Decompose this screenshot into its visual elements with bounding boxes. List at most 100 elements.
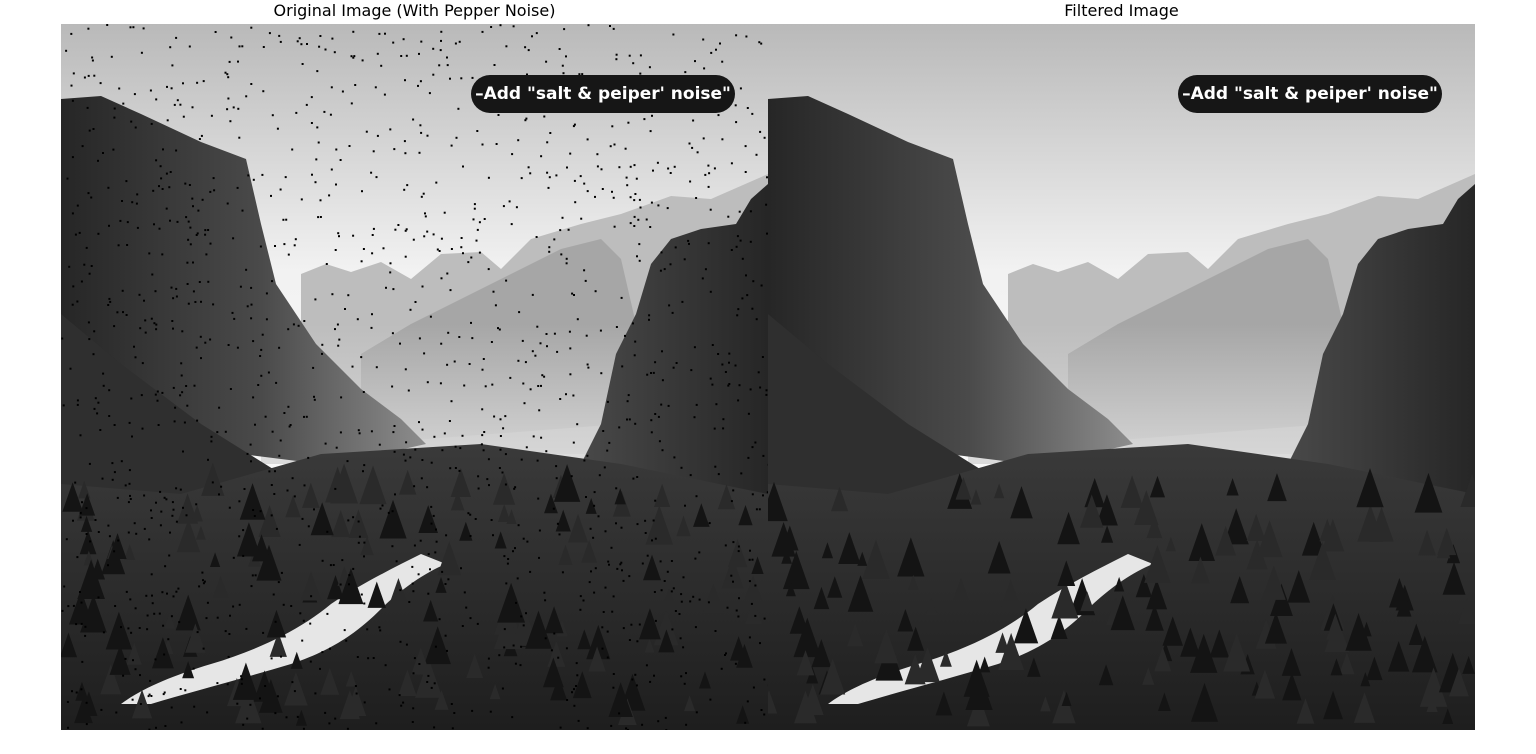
pepper-dot [185,385,188,387]
pepper-dot [648,314,651,317]
pepper-dot [67,605,70,608]
pepper-dot [220,485,223,488]
pepper-dot [131,201,134,204]
pepper-dot [319,667,321,670]
pepper-dot [670,560,673,562]
pepper-dot [669,263,672,266]
pepper-dot [493,415,496,418]
pepper-dot [734,364,737,367]
pepper-dot [698,598,701,601]
pepper-dot [153,223,155,226]
pepper-dot [634,340,637,343]
pepper-dot [727,215,730,218]
pepper-dot [80,688,83,691]
pepper-dot [589,527,592,530]
pepper-dot [328,194,331,197]
pepper-dot [754,614,757,617]
pepper-dot [660,251,663,254]
pepper-dot [638,243,641,246]
pepper-dot [659,269,662,272]
pepper-dot [270,657,273,660]
pepper-dot [447,331,450,334]
pepper-dot [146,628,149,631]
pepper-dot [346,460,349,463]
pepper-dot [144,331,147,334]
pepper-dot [155,98,158,101]
pepper-dot [522,382,525,385]
pepper-dot [741,257,744,260]
pepper-dot [172,386,175,389]
pepper-dot [102,384,105,387]
pepper-dot [175,487,178,490]
pepper-dot [287,328,290,331]
pepper-dot [615,487,618,490]
pepper-dot [461,434,464,437]
pepper-dot [252,340,255,343]
pepper-dot [172,595,175,598]
pepper-dot [319,199,322,202]
pepper-dot [231,311,234,314]
pepper-dot [502,205,505,208]
pepper-dot [254,423,256,426]
pepper-dot [265,292,268,295]
pepper-dot [690,369,693,372]
pepper-dot [622,579,625,582]
pepper-dot [728,352,731,355]
pepper-dot [535,32,538,35]
pepper-dot [444,634,447,637]
pepper-dot [93,330,96,333]
image-caption-label: –Add "salt & peiper' noise" [471,75,735,113]
pepper-dot [747,412,750,415]
pepper-dot [399,589,402,592]
pepper-dot [140,394,143,397]
pepper-dot [180,374,183,377]
pepper-dot [108,389,111,392]
pepper-dot [583,459,586,462]
pepper-dot [245,268,248,271]
pepper-dot [713,427,716,430]
pepper-dot [172,508,175,511]
pepper-dot [654,499,657,502]
pepper-dot [74,233,77,236]
pepper-dot [469,617,472,620]
pepper-dot [691,146,694,149]
pepper-dot [525,446,528,449]
pepper-dot [761,356,764,358]
pepper-dot [238,136,241,139]
pepper-dot [356,656,359,658]
pepper-dot [112,148,115,151]
pepper-dot [161,391,164,394]
pepper-dot [695,403,698,406]
pepper-dot [751,493,754,496]
pepper-dot [667,404,670,407]
pepper-dot [363,555,365,558]
pepper-dot [339,583,342,586]
pepper-dot [471,76,474,79]
pepper-dot [469,513,472,516]
pepper-dot [365,130,368,133]
pepper-dot [685,723,688,726]
pepper-dot [449,77,451,80]
pepper-dot [420,40,423,43]
pepper-dot [663,580,666,582]
pepper-dot [161,188,164,190]
pepper-dot [491,383,494,386]
pepper-dot [348,145,351,147]
pepper-dot [192,261,194,264]
pepper-dot [179,688,182,690]
pepper-dot [463,591,466,594]
pepper-dot [173,103,176,106]
pepper-dot [264,415,267,418]
pepper-dot [604,530,607,533]
pepper-dot [113,424,116,426]
pepper-dot [622,627,625,630]
pepper-dot [143,527,146,530]
pepper-dot [150,509,152,512]
pepper-dot [361,190,363,193]
pepper-dot [132,26,135,29]
pepper-dot [683,258,686,261]
pepper-dot [80,280,83,283]
pepper-dot [593,504,596,507]
pepper-dot [246,452,249,455]
pepper-dot [391,545,394,548]
